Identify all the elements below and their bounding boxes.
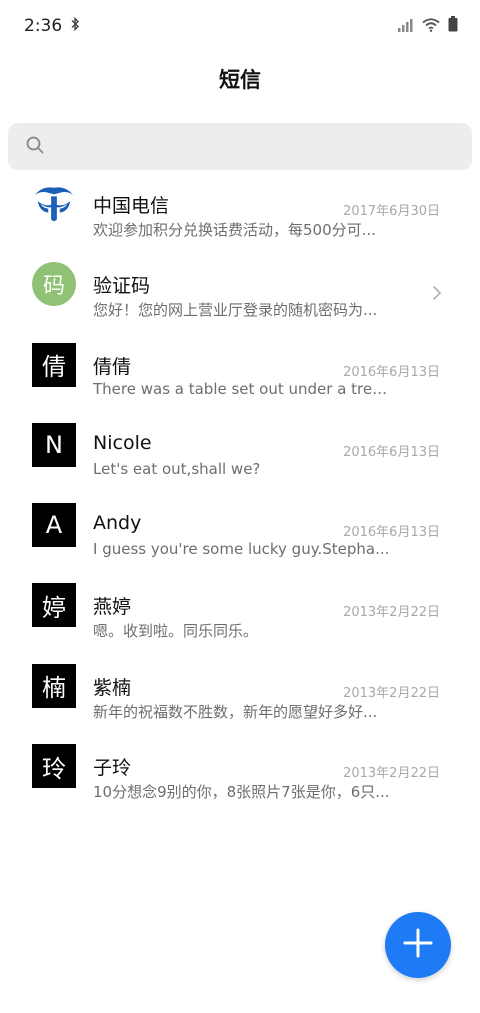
avatar: 楠	[32, 663, 76, 708]
contact-name: Nicole	[93, 431, 152, 454]
conversation-item[interactable]: 婷 燕婷 2013年2月22日 嗯。收到啦。同乐同乐。	[0, 565, 480, 645]
conversation-list: 中国电信 2017年6月30日 欢迎参加积分兑换话费活动，每500分可... 码…	[0, 164, 480, 806]
message-date: 2013年2月22日	[343, 766, 440, 782]
china-telecom-logo-icon	[32, 182, 76, 226]
contact-name: Andy	[93, 512, 142, 535]
message-preview: 10分想念9别的你，8张照片7张是你，6只...	[93, 783, 390, 802]
conversation-item[interactable]: 码 验证码 您好！您的网上营业厅登录的随机密码为...	[0, 244, 480, 324]
avatar: 码	[32, 262, 76, 307]
signal-icon	[398, 17, 414, 36]
avatar: N	[32, 422, 76, 467]
message-date: 2017年6月30日	[343, 204, 440, 219]
status-bar: 2:36	[0, 0, 480, 52]
contact-name: 燕婷	[93, 596, 132, 619]
battery-icon	[448, 16, 458, 36]
avatar: 玲	[32, 744, 76, 789]
page-title: 短信	[219, 68, 261, 92]
contact-name: 子玲	[93, 757, 132, 780]
search-input[interactable]	[54, 136, 438, 157]
status-right	[398, 16, 458, 36]
message-preview: There was a table set out under a tree i…	[93, 379, 393, 398]
conversation-item[interactable]: 中国电信 2017年6月30日 欢迎参加积分兑换话费活动，每500分可...	[0, 164, 480, 244]
conversation-item[interactable]: N Nicole 2016年6月13日 Let's eat out,shall …	[0, 405, 480, 485]
message-preview: 嗯。收到啦。同乐同乐。	[93, 622, 259, 641]
conversation-item[interactable]: 玲 子玲 2013年2月22日 10分想念9别的你，8张照片7张是你，6只...	[0, 726, 480, 806]
new-message-button[interactable]	[385, 912, 451, 978]
avatar: A	[32, 503, 76, 548]
chevron-right-icon	[432, 285, 442, 305]
message-preview: Let's eat out,shall we?	[93, 459, 261, 478]
avatar: 倩	[32, 342, 76, 387]
avatar: 婷	[32, 583, 76, 628]
conversation-item[interactable]: 倩 倩倩 2016年6月13日 There was a table set ou…	[0, 325, 480, 405]
conversation-item[interactable]: A Andy 2016年6月13日 I guess you're some lu…	[0, 485, 480, 565]
status-time: 2:36	[24, 16, 63, 36]
message-date: 2016年6月13日	[343, 525, 440, 541]
contact-name: 倩倩	[93, 355, 132, 378]
message-preview: 欢迎参加积分兑换话费活动，每500分可...	[93, 221, 376, 239]
message-preview: 新年的祝福数不胜数，新年的愿望好多好...	[93, 702, 378, 721]
message-date: 2013年2月22日	[343, 605, 440, 621]
message-preview: I guess you're some lucky guy.Stepha...	[93, 540, 390, 559]
message-date: 2016年6月13日	[343, 364, 440, 380]
wifi-icon	[422, 17, 440, 36]
conversation-item[interactable]: 楠 紫楠 2013年2月22日 新年的祝福数不胜数，新年的愿望好多好...	[0, 646, 480, 726]
plus-icon	[403, 928, 433, 962]
message-date: 2013年2月22日	[343, 685, 440, 701]
contact-name: 紫楠	[93, 676, 132, 699]
contact-name: 验证码	[93, 275, 151, 298]
search-icon	[26, 136, 44, 158]
bluetooth-icon	[70, 16, 80, 36]
search-bar[interactable]	[8, 123, 472, 170]
message-preview: 您好！您的网上营业厅登录的随机密码为...	[93, 301, 378, 320]
status-left: 2:36	[24, 16, 80, 36]
contact-name: 中国电信	[93, 195, 170, 217]
message-date: 2016年6月13日	[343, 444, 440, 460]
